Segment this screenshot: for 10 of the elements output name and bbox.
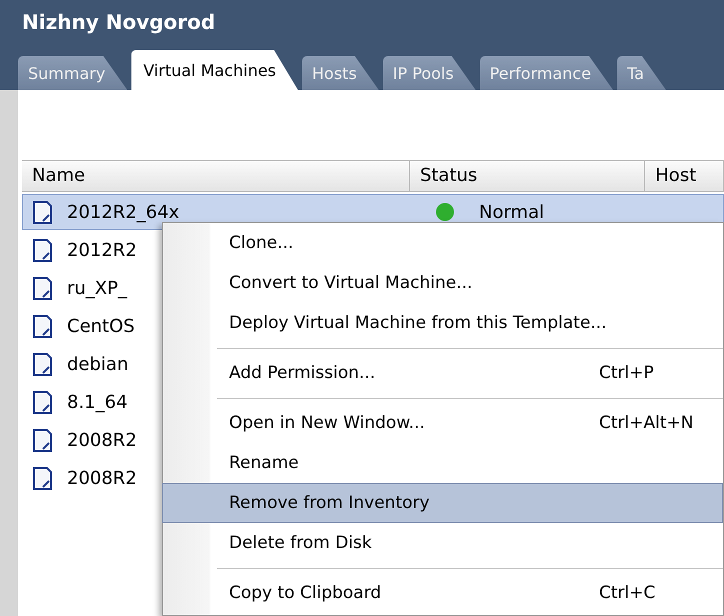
vm-name: 2012R2_64x xyxy=(67,202,180,222)
vm-name: 2008R2 xyxy=(67,468,137,488)
vm-name: 2012R2 xyxy=(67,240,137,260)
window-title: Nizhny Novgorod xyxy=(21,9,216,36)
vm-name: 8.1_64 xyxy=(67,392,128,412)
vm-name: 2008R2 xyxy=(67,430,137,450)
vm-name: ru_XP_ xyxy=(67,278,127,298)
vm-name: CentOS xyxy=(67,316,135,336)
status-text: Normal xyxy=(479,202,544,222)
vm-name: debian xyxy=(67,354,128,374)
